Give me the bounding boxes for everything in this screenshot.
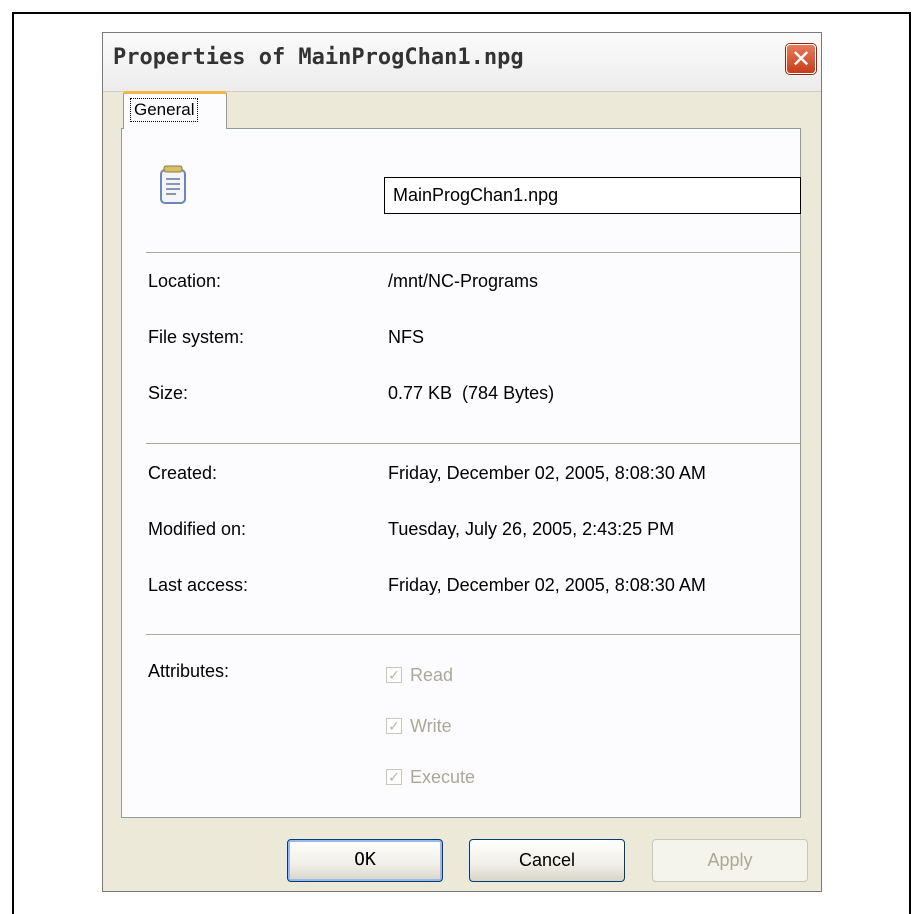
separator	[146, 252, 800, 254]
location-value: /mnt/NC-Programs	[388, 271, 539, 291]
checkmark-icon: ✓	[386, 718, 402, 734]
attributes-label: Attributes:	[148, 661, 230, 681]
close-icon: ✕	[790, 46, 812, 73]
modified-value: Tuesday, July 26, 2005, 2:43:25 PM	[388, 519, 675, 539]
cancel-button[interactable]: Cancel	[469, 839, 625, 882]
text-document-icon	[160, 165, 186, 204]
location-label: Location:	[148, 271, 222, 291]
last-access-label: Last access:	[148, 575, 249, 595]
checkmark-icon: ✓	[386, 667, 402, 683]
properties-dialog: Properties of MainProgChan1.npg ✕ Genera…	[102, 32, 822, 892]
apply-button[interactable]: Apply	[652, 839, 808, 882]
last-access-value: Friday, December 02, 2005, 8:08:30 AM	[388, 575, 706, 595]
separator	[146, 634, 800, 636]
title-bar[interactable]: Properties of MainProgChan1.npg ✕	[103, 33, 821, 92]
tab-general-label: General	[130, 98, 199, 122]
created-value: Friday, December 02, 2005, 8:08:30 AM	[388, 463, 706, 483]
read-label: Read	[410, 665, 454, 685]
general-panel: Location: /mnt/NC-Programs File system: …	[121, 128, 801, 818]
separator	[146, 443, 800, 445]
write-label: Write	[410, 716, 452, 736]
filesystem-label: File system:	[148, 327, 245, 347]
size-label: Size:	[148, 383, 189, 403]
close-button[interactable]: ✕	[786, 44, 816, 74]
filename-input[interactable]	[384, 177, 801, 214]
size-value: 0.77 KB (784 Bytes)	[388, 383, 555, 403]
tab-general[interactable]: General	[123, 91, 227, 129]
execute-label: Execute	[410, 767, 476, 787]
window-title: Properties of MainProgChan1.npg	[113, 45, 524, 70]
modified-label: Modified on:	[148, 519, 247, 539]
ok-button[interactable]: OK	[287, 839, 443, 882]
filesystem-value: NFS	[388, 327, 424, 347]
created-label: Created:	[148, 463, 218, 483]
checkmark-icon: ✓	[386, 769, 402, 785]
